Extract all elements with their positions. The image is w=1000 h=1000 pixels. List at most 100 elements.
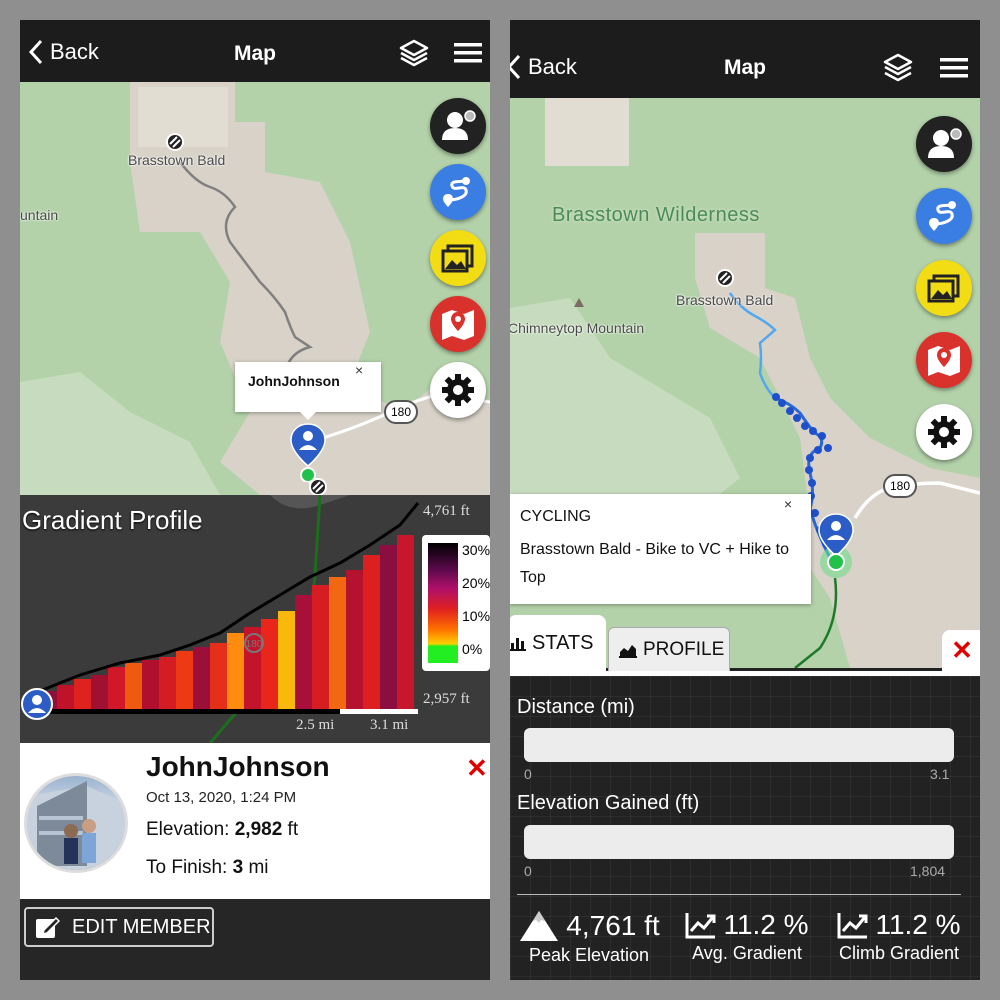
elevation-label: Elevation: — [146, 819, 235, 840]
maps-fab-button[interactable] — [430, 296, 486, 352]
area-chart-icon — [619, 644, 637, 658]
map-label-chimneytop: Chimneytop Mountain — [510, 320, 645, 336]
popup-member-name: JohnJohnson — [248, 373, 340, 389]
stats-divider — [517, 894, 961, 895]
popup-close-button[interactable]: × — [784, 496, 792, 512]
climb-gradient-value: 11.2 % — [875, 909, 961, 940]
profile-icon — [928, 128, 962, 158]
maps-fab-button[interactable] — [916, 332, 972, 388]
maps-icon — [928, 346, 960, 376]
profile-fab-button[interactable] — [430, 98, 486, 154]
member-name: JohnJohnson — [146, 751, 330, 782]
edit-member-label: EDIT MEMBER — [72, 915, 211, 938]
gradient-band — [380, 545, 397, 709]
chevron-left-icon — [510, 54, 521, 80]
map-label-mountain: untain — [20, 207, 59, 223]
gradient-legend-scale — [428, 543, 458, 663]
map-view[interactable]: Brasstown Bald untain 180 JohnJohnson × — [20, 82, 490, 495]
settings-gear-icon — [442, 374, 474, 406]
right-phone-screen: Back Map Brasstown Wilderness Brasstown … — [510, 20, 980, 980]
panel-tab-bar: STATS PROFILE ✕ — [510, 615, 980, 671]
to-finish-value: 3 — [232, 857, 244, 878]
map-label-brasstown-bald: Brasstown Bald — [676, 292, 774, 308]
bar-chart-icon — [510, 638, 526, 651]
profile-start-avatar-icon[interactable] — [20, 687, 54, 721]
chevron-left-icon — [28, 39, 43, 65]
settings-fab-button[interactable] — [430, 362, 486, 418]
member-location-marker-icon[interactable] — [288, 422, 328, 482]
gradient-band — [142, 660, 159, 709]
trend-chart-icon — [837, 913, 868, 939]
peak-elevation-value: 4,761 ft — [566, 910, 660, 941]
member-popup[interactable]: JohnJohnson × — [235, 362, 381, 412]
photos-fab-button[interactable] — [430, 230, 486, 286]
gradient-band — [91, 675, 108, 709]
member-to-finish: To Finish: 3 mi — [146, 857, 269, 879]
gradient-band — [397, 535, 414, 709]
tab-stats-label: STATS — [532, 631, 594, 654]
road-shield-label: 180 — [246, 639, 263, 650]
summary-climb-gradient: 11.2 % Climb Gradient — [824, 909, 974, 964]
layers-icon[interactable] — [882, 52, 914, 89]
profile-icon — [442, 110, 476, 140]
navbar: Back Map — [20, 20, 490, 82]
to-finish-label: To Finish: — [146, 857, 233, 878]
back-button[interactable]: Back — [28, 39, 99, 65]
map-terrain — [20, 82, 490, 495]
elevation-gained-label: Elevation Gained (ft) — [517, 792, 700, 814]
elevation-progress-bar — [524, 825, 954, 859]
settings-fab-button[interactable] — [916, 404, 972, 460]
gradient-profile-panel[interactable]: 180 Gradient Profile 4,761 ft 2,957 ft 2… — [20, 495, 490, 743]
legend-label-0: 0% — [462, 641, 483, 657]
avg-gradient-value: 11.2 % — [723, 909, 809, 940]
back-button[interactable]: Back — [510, 54, 577, 80]
layers-icon[interactable] — [398, 38, 430, 73]
to-finish-unit: mi — [243, 857, 269, 878]
summit-marker-icon[interactable] — [165, 132, 185, 152]
routes-fab-button[interactable] — [916, 188, 972, 244]
legend-label-20: 20% — [462, 575, 490, 591]
elevation-min: 0 — [524, 863, 532, 879]
gradient-band — [210, 643, 227, 709]
back-label: Back — [528, 54, 577, 79]
member-card: JohnJohnson Oct 13, 2020, 1:24 PM Elevat… — [20, 743, 490, 899]
popup-pointer — [298, 410, 318, 420]
gradient-band — [261, 619, 278, 709]
mountain-icon — [520, 911, 559, 941]
close-member-button[interactable]: ✕ — [466, 753, 488, 784]
popup-close-button[interactable]: × — [355, 362, 363, 378]
elevation-max: 1,804 — [910, 863, 946, 879]
legend-label-10: 10% — [462, 608, 490, 624]
summit-marker-icon[interactable] — [715, 268, 735, 288]
road-shield: 180 — [384, 400, 418, 424]
member-avatar[interactable] — [24, 773, 128, 873]
routes-fab-button[interactable] — [430, 164, 486, 220]
tab-stats[interactable]: STATS — [510, 615, 606, 671]
close-panel-button[interactable]: ✕ — [942, 630, 980, 671]
stats-panel: Distance (mi) 0 3.1 Elevation Gained (ft… — [510, 671, 980, 980]
gradient-band — [108, 667, 125, 709]
route-title: Brasstown Bald - Bike to VC + Hike to To… — [520, 541, 789, 586]
route-popup[interactable]: CYCLING Brasstown Bald - Bike to VC + Hi… — [510, 494, 811, 604]
back-label: Back — [50, 39, 99, 64]
left-phone-screen: Back Map Brasstown Bald untain 180 JohnJ — [20, 20, 490, 980]
photos-fab-button[interactable] — [916, 260, 972, 316]
gradient-band — [346, 570, 363, 709]
gradient-band — [159, 657, 176, 709]
hamburger-menu-icon[interactable] — [940, 57, 968, 84]
trend-chart-icon — [685, 913, 716, 939]
distance-label: Distance (mi) — [517, 696, 635, 718]
route-start-marker-icon[interactable] — [814, 512, 858, 582]
hamburger-menu-icon[interactable] — [454, 42, 482, 69]
profile-fab-button[interactable] — [916, 116, 972, 172]
tab-profile[interactable]: PROFILE — [608, 627, 730, 671]
edit-member-button[interactable]: EDIT MEMBER — [24, 907, 214, 947]
edit-member-bar: EDIT MEMBER — [20, 899, 490, 980]
gradient-band — [227, 633, 244, 709]
distance-marker-1: 2.5 mi — [296, 717, 335, 733]
gradient-legend: 30% 20% 10% 0% — [422, 535, 490, 671]
distance-progress-bar — [524, 728, 954, 762]
legend-label-30: 30% — [462, 542, 490, 558]
peak-elevation-caption: Peak Elevation — [528, 945, 650, 965]
map-view[interactable]: Brasstown Wilderness Brasstown Bald Chim… — [510, 98, 980, 668]
